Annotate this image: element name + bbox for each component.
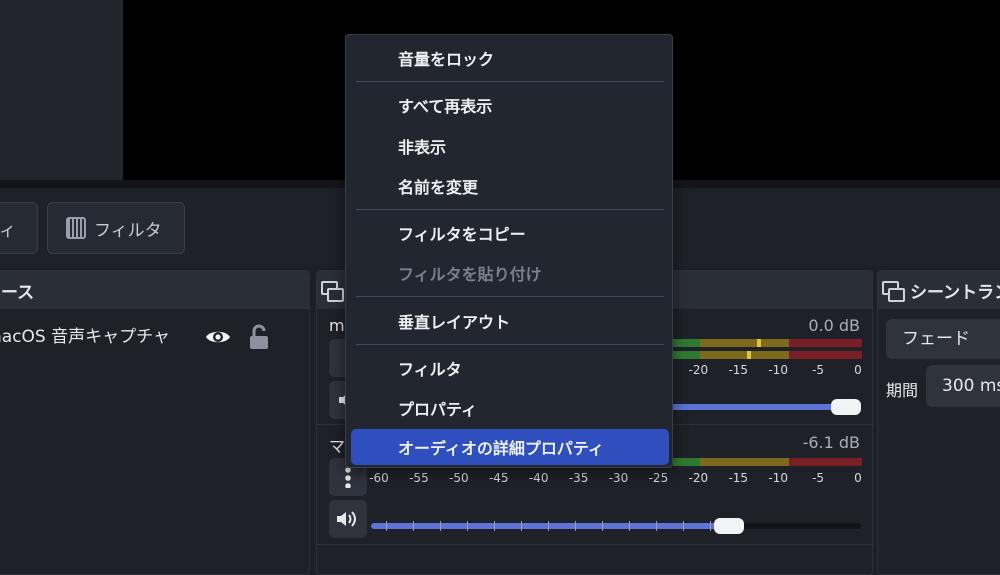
slider-tick-mark — [683, 521, 684, 531]
menu-item-hide[interactable]: 非表示 — [351, 128, 669, 164]
dock-float-icon[interactable] — [321, 281, 344, 302]
filters-button[interactable]: フィルタ — [47, 202, 185, 254]
slider-tick-mark — [413, 521, 414, 531]
eye-icon[interactable] — [205, 328, 231, 346]
slider-tick-mark — [494, 521, 495, 531]
menu-separator — [356, 209, 664, 210]
mixer-channel-db: 0.0 dB — [808, 316, 860, 335]
mixer-meter-bottom — [673, 351, 862, 359]
slider-tick-mark — [656, 521, 657, 531]
menu-item-paste-filters: フィルタを貼り付け — [398, 265, 542, 284]
menu-item-lock-volume[interactable]: 音量をロック — [351, 40, 669, 76]
scale-tick-label: -20 — [688, 471, 709, 485]
menu-item-copy-filters[interactable]: フィルタをコピー — [351, 215, 669, 251]
speaker-icon — [337, 511, 356, 527]
scale-tick-label: -20 — [688, 363, 709, 377]
scale-tick-label: -15 — [728, 363, 749, 377]
scale-tick-label: 0 — [854, 363, 862, 377]
slider-tick-mark — [521, 521, 522, 531]
menu-item-properties[interactable]: プロパティ — [351, 390, 669, 426]
filter-icon — [66, 217, 86, 239]
properties-button[interactable]: ィ — [0, 202, 38, 254]
meter-peak-marker — [757, 339, 761, 347]
slider-tick-mark — [386, 521, 387, 531]
scale-tick-label: -35 — [568, 471, 589, 485]
sources-dock: ース nacOS 音声キャプチャ — [0, 270, 310, 575]
scale-tick-label: -60 — [369, 471, 389, 485]
mixer-channel-db: -6.1 dB — [802, 433, 860, 452]
sources-title-text: ース — [1, 282, 35, 303]
volume-slider-handle[interactable] — [831, 399, 861, 415]
scene-transitions-dock: シーントラン フェード 期間 300 ms — [877, 270, 1000, 575]
source-item-label: nacOS 音声キャプチャ — [0, 327, 170, 347]
scale-tick-label: -45 — [488, 471, 509, 485]
duration-input[interactable]: 300 ms — [926, 365, 1000, 407]
menu-item-rename[interactable]: 名前を変更 — [351, 168, 669, 204]
meter-peak-marker — [747, 351, 751, 359]
transitions-dock-title: シーントラン — [878, 271, 1000, 309]
unlock-icon[interactable] — [248, 323, 270, 351]
slider-tick-mark — [710, 521, 711, 531]
scale-tick-label: -25 — [648, 471, 669, 485]
properties-button-label: ィ — [0, 220, 16, 241]
scale-tick-label: -10 — [768, 363, 788, 377]
volume-slider-ticks — [371, 517, 861, 535]
scale-tick-label: -50 — [449, 471, 469, 485]
menu-item-unhide-all[interactable]: すべて再表示 — [351, 87, 669, 123]
scale-tick-label: -10 — [768, 471, 788, 485]
sources-dock-title: ース — [0, 271, 309, 309]
mute-button[interactable] — [329, 500, 367, 538]
slider-tick-mark — [575, 521, 576, 531]
mixer-channel-name: マ — [329, 437, 346, 456]
scale-tick-label: -5 — [812, 363, 825, 377]
slider-tick-mark — [548, 521, 549, 531]
slider-tick-mark — [602, 521, 603, 531]
transition-select[interactable]: フェード — [886, 319, 1000, 359]
context-menu: 音量をロック すべて再表示 非表示 名前を変更 フィルタをコピー フィルタを貼り… — [345, 34, 673, 468]
source-item[interactable]: nacOS 音声キャプチャ — [0, 319, 311, 355]
scale-tick-label: -30 — [608, 471, 629, 485]
channel-divider — [317, 544, 874, 545]
menu-item-advanced-audio-properties[interactable]: オーディオの詳細プロパティ — [351, 429, 669, 465]
menu-separator — [356, 81, 664, 82]
scale-tick-label: -40 — [528, 471, 549, 485]
preview-side-panel — [0, 0, 123, 180]
scale-tick-label: -5 — [812, 471, 825, 485]
scale-tick-label: 0 — [854, 471, 862, 485]
duration-label: 期間 — [886, 381, 919, 400]
slider-tick-mark — [440, 521, 441, 531]
mixer-scale: -60 -55 -50 -45 -40 -35 -30 -25 -20 -15 -10 -5 0 — [317, 471, 874, 485]
mixer-meter-top — [673, 339, 862, 347]
mixer-meter — [673, 458, 862, 466]
transitions-title-text: シーントラン — [910, 282, 1000, 303]
mixer-channel-name: m — [329, 316, 345, 335]
slider-tick-mark — [629, 521, 630, 531]
scale-tick-label: -15 — [728, 471, 749, 485]
menu-separator — [356, 344, 664, 345]
menu-item-filters[interactable]: フィルタ — [351, 350, 669, 386]
filters-button-label: フィルタ — [94, 220, 162, 241]
menu-item-vertical-layout[interactable]: 垂直レイアウト — [351, 303, 669, 339]
volume-slider-handle[interactable] — [713, 518, 744, 534]
dock-float-icon[interactable] — [882, 281, 905, 302]
slider-tick-mark — [467, 521, 468, 531]
menu-separator — [356, 296, 664, 297]
volume-slider[interactable] — [371, 518, 861, 534]
scale-tick-label: -55 — [409, 471, 429, 485]
